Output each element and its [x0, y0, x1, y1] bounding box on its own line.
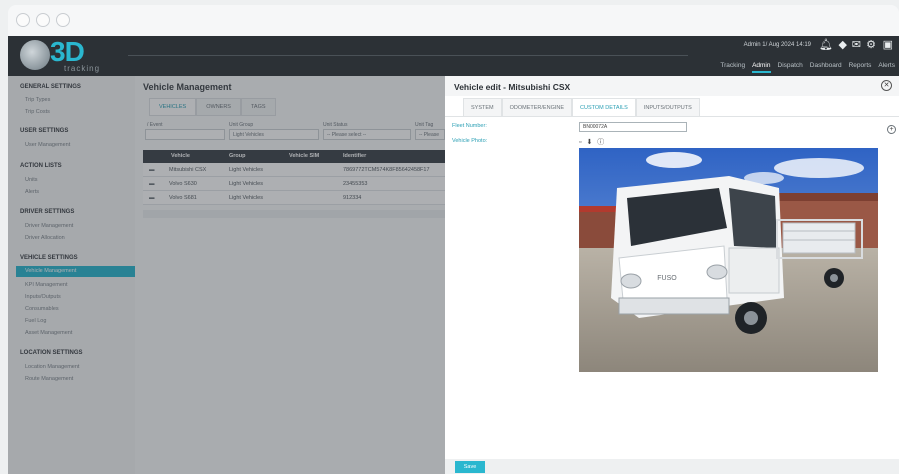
- logo[interactable]: 3D tracking: [20, 36, 120, 74]
- tab-custom-details[interactable]: CUSTOM DETAILS: [572, 98, 636, 117]
- header-divider: [128, 55, 688, 56]
- window-minimize-dot[interactable]: [36, 13, 50, 27]
- top-nav: Tracking Admin Dispatch Dashboard Report…: [720, 62, 895, 73]
- nav-admin[interactable]: Admin: [752, 62, 771, 73]
- logo-globe-icon: [20, 40, 50, 70]
- panel-footer: Save: [445, 459, 899, 474]
- panel-title: Vehicle edit - Mitsubishi CSX: [454, 82, 571, 92]
- mail-icon[interactable]: ✉: [852, 38, 861, 51]
- browser-chrome: [8, 5, 899, 36]
- tab-system[interactable]: SYSTEM: [463, 98, 502, 117]
- panel-tabs: SYSTEM ODOMETER/ENGINE CUSTOM DETAILS IN…: [463, 98, 700, 117]
- photo-toolbar: ▫ ⬇ ⓘ: [579, 137, 607, 147]
- truck-photo-illustration: FUSO: [579, 148, 878, 372]
- window-maximize-dot[interactable]: [56, 13, 70, 27]
- truck-badge: FUSO: [657, 275, 677, 282]
- nav-tracking[interactable]: Tracking: [720, 62, 745, 73]
- tag-icon[interactable]: ◆: [839, 38, 847, 51]
- save-button[interactable]: Save: [455, 461, 485, 473]
- logout-icon[interactable]: ▣: [883, 38, 893, 51]
- panel-header: Vehicle edit - Mitsubishi CSX ✕: [445, 76, 899, 96]
- vehicle-edit-panel: Vehicle edit - Mitsubishi CSX ✕ SYSTEM O…: [445, 76, 899, 474]
- nav-reports[interactable]: Reports: [849, 62, 872, 73]
- download-icon[interactable]: ⬇: [586, 139, 592, 146]
- file-icon[interactable]: ▫: [579, 139, 581, 146]
- plus-circle-icon[interactable]: +: [887, 125, 896, 134]
- gear-icon[interactable]: ⚙: [866, 38, 876, 51]
- nav-dispatch[interactable]: Dispatch: [778, 62, 803, 73]
- tab-inputs-outputs[interactable]: INPUTS/OUTPUTS: [635, 98, 700, 117]
- tab-odometer-engine[interactable]: ODOMETER/ENGINE: [501, 98, 573, 117]
- vehicle-photo[interactable]: FUSO: [579, 148, 878, 372]
- fleet-number-input[interactable]: BN00072A: [579, 122, 687, 132]
- logo-subtext: tracking: [64, 64, 101, 73]
- modal-backdrop[interactable]: [8, 76, 445, 474]
- tabs-divider: [445, 116, 899, 117]
- close-icon[interactable]: ✕: [881, 80, 892, 91]
- user-status-label: Admin 1/ Aug 2024 14:19: [743, 42, 811, 48]
- vehicle-photo-label: Vehicle Photo:: [452, 138, 488, 144]
- window-close-dot[interactable]: [16, 13, 30, 27]
- bell-icon[interactable]: 🔔︎: [819, 38, 833, 51]
- app-header: 3D tracking Admin 1/ Aug 2024 14:19 🔔︎ ◆…: [8, 36, 899, 76]
- nav-alerts[interactable]: Alerts: [878, 62, 895, 73]
- app-window: 3D tracking Admin 1/ Aug 2024 14:19 🔔︎ ◆…: [0, 0, 899, 474]
- fleet-number-label: Fleet Number:: [452, 123, 487, 129]
- nav-dashboard[interactable]: Dashboard: [810, 62, 842, 73]
- info-icon[interactable]: ⓘ: [597, 139, 604, 146]
